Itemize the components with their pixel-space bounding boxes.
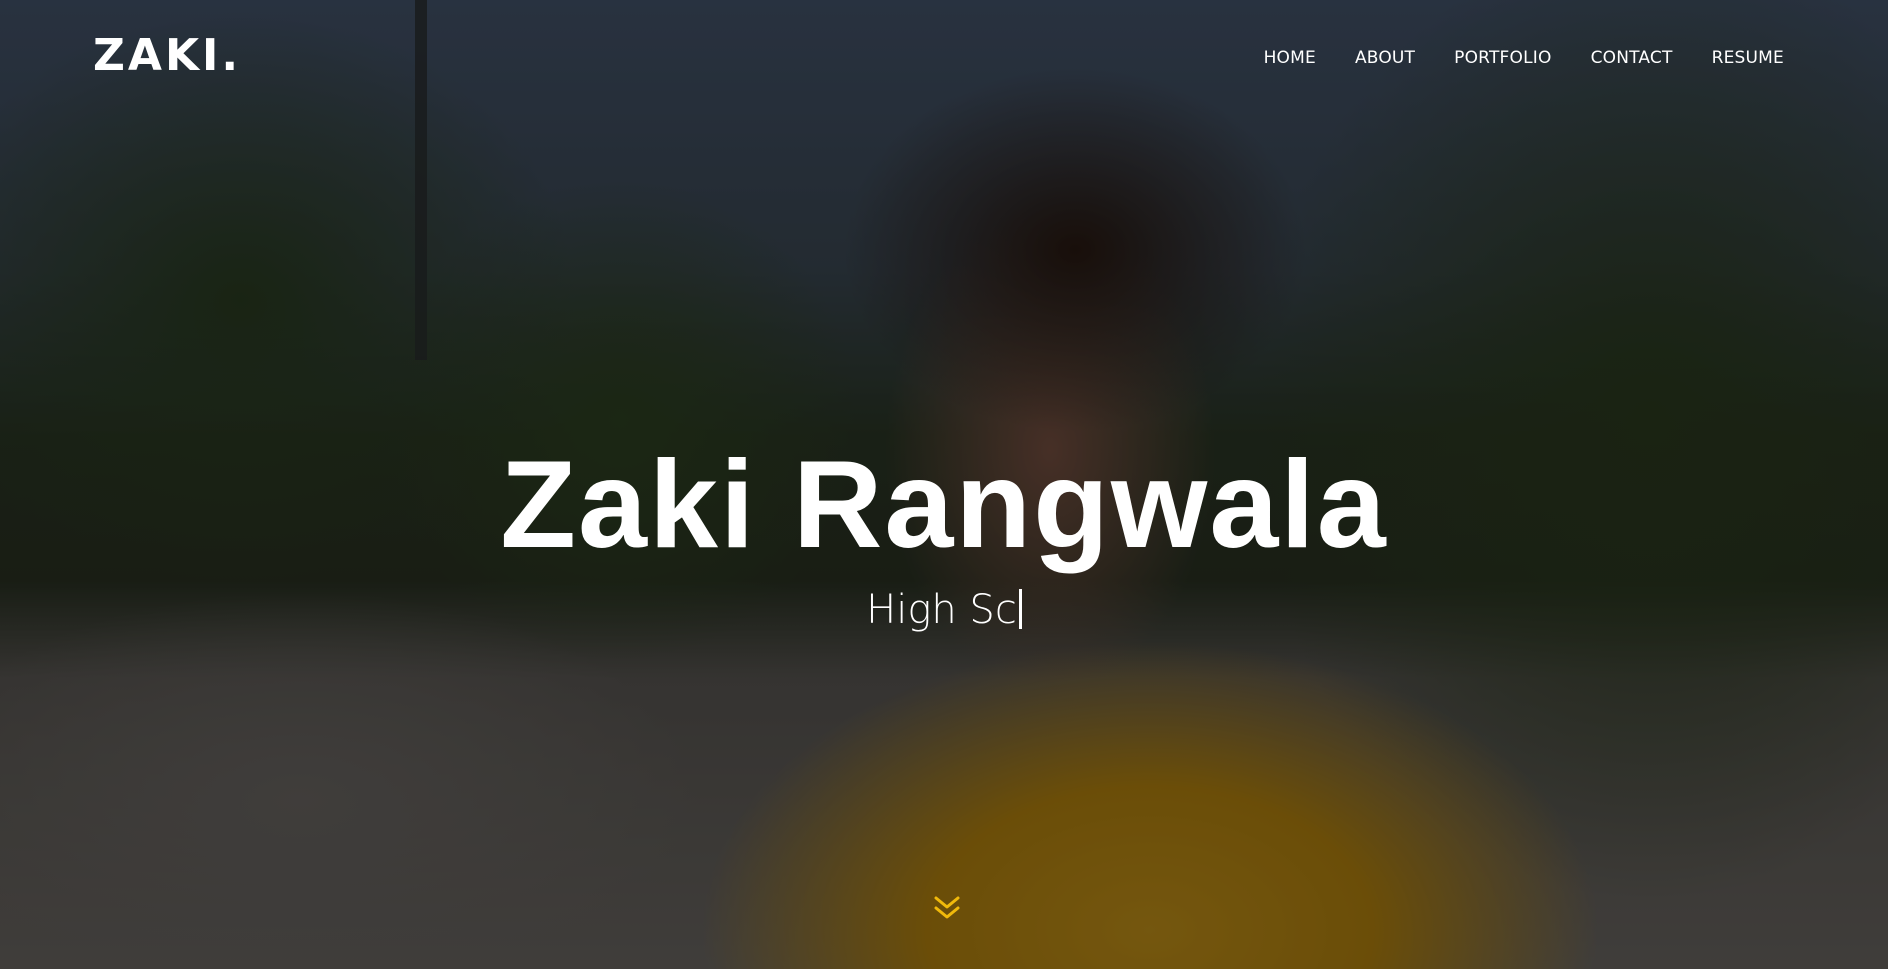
- nav-link-portfolio[interactable]: PORTFOLIO: [1454, 48, 1551, 68]
- nav-link-home[interactable]: HOME: [1264, 48, 1316, 68]
- nav-link-contact[interactable]: CONTACT: [1591, 48, 1673, 68]
- navbar: ZAKI. HOME ABOUT PORTFOLIO CONTACT RESUM…: [0, 0, 1888, 120]
- hero-typed-subtitle: High Sc: [0, 588, 1888, 632]
- nav-item-contact: CONTACT: [1591, 46, 1673, 70]
- nav-item-about: ABOUT: [1355, 46, 1415, 70]
- typed-text: High Sc: [866, 587, 1017, 633]
- nav-link-resume[interactable]: RESUME: [1712, 48, 1784, 68]
- nav-menu: HOME ABOUT PORTFOLIO CONTACT RESUME: [1264, 46, 1784, 70]
- typing-cursor: [1018, 589, 1022, 629]
- nav-item-home: HOME: [1264, 46, 1316, 70]
- site-logo[interactable]: ZAKI.: [93, 34, 241, 78]
- double-chevron-down-icon: [932, 893, 962, 928]
- nav-item-resume: RESUME: [1712, 46, 1784, 70]
- nav-item-portfolio: PORTFOLIO: [1454, 46, 1551, 70]
- nav-link-about[interactable]: ABOUT: [1355, 48, 1415, 68]
- scroll-down-button[interactable]: [929, 892, 965, 928]
- hero-section: ZAKI. HOME ABOUT PORTFOLIO CONTACT RESUM…: [0, 0, 1888, 969]
- hero-name: Zaki Rangwala: [500, 436, 1388, 574]
- hero-content: Zaki Rangwala High Sc: [0, 440, 1888, 632]
